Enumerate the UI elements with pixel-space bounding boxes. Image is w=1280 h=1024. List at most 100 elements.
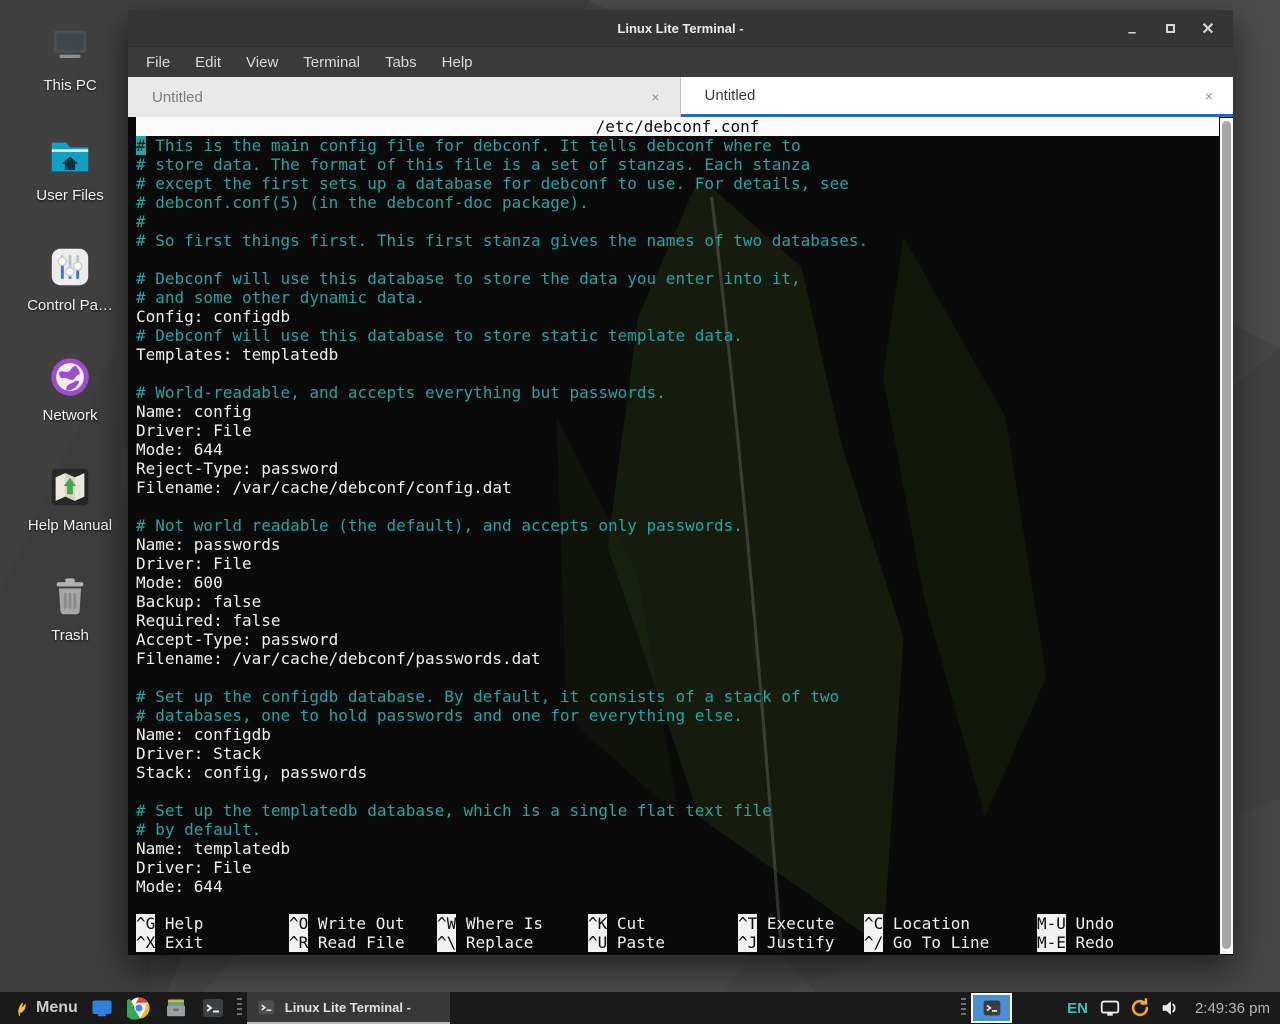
file-manager-launcher[interactable] (90, 996, 115, 1021)
nano-shortcut-read-file: ^R Read File (289, 933, 405, 952)
tab-close-icon[interactable]: × (1201, 86, 1217, 106)
language-indicator[interactable]: EN (1067, 1000, 1088, 1017)
nano-shortcut-justify: ^J Justify (738, 933, 834, 952)
terminal-line (136, 364, 1219, 383)
terminal-line: Filename: /var/cache/debconf/config.dat (136, 478, 1219, 497)
nano-editor: GNU nano 7.2 /etc/debconf.conf # This is… (136, 117, 1219, 896)
update-manager-icon[interactable] (1129, 997, 1151, 1019)
volume-icon[interactable] (1159, 997, 1181, 1019)
desktop-icon-label: Control Pa… (16, 297, 124, 314)
terminal-line: Driver: File (136, 421, 1219, 440)
shortcut-key: M-U (1037, 914, 1066, 933)
close-icon[interactable]: ✕ (1201, 19, 1215, 39)
maximize-icon[interactable] (1163, 20, 1177, 38)
shortcut-key: ^C (864, 914, 883, 933)
clock[interactable]: 2:49:36 pm (1195, 1000, 1274, 1017)
terminal-line: Name: passwords (136, 535, 1219, 554)
terminal-line: Name: configdb (136, 725, 1219, 744)
archive-manager-launcher[interactable] (164, 996, 189, 1021)
nano-filename: /etc/debconf.conf (136, 117, 1219, 136)
shortcut-key: ^W (437, 914, 456, 933)
tab-label: Untitled (705, 87, 756, 104)
desktop-icon-this-pc[interactable]: This PC (16, 24, 124, 94)
terminal-line: # except the first sets up a database fo… (136, 174, 1219, 193)
terminal-line: # store data. The format of this file is… (136, 155, 1219, 174)
menu-view[interactable]: View (246, 54, 278, 71)
menu-terminal[interactable]: Terminal (303, 54, 360, 71)
terminal-line (136, 782, 1219, 801)
terminal-line: # Not world readable (the default), and … (136, 516, 1219, 535)
terminal-line: # by default. (136, 820, 1219, 839)
terminal-line (136, 668, 1219, 687)
desktop-icon-help-manual[interactable]: Help Manual (16, 464, 124, 534)
terminal-line: Mode: 644 (136, 877, 1219, 896)
linux-lite-logo-icon (12, 997, 29, 1019)
desktop-icon-trash[interactable]: Trash (16, 574, 124, 644)
terminal-icon (982, 998, 1002, 1018)
terminal-line: Stack: config, passwords (136, 763, 1219, 782)
nano-shortcut-cut: ^K Cut (588, 914, 646, 933)
shortcut-key: ^X (136, 933, 155, 952)
user-files-icon (47, 134, 93, 180)
shortcut-key: ^G (136, 914, 155, 933)
terminal-line: Driver: File (136, 554, 1219, 573)
shortcut-key: ^T (738, 914, 757, 933)
tab-close-icon[interactable]: × (647, 87, 663, 107)
display-settings-icon[interactable] (1099, 997, 1121, 1019)
minimize-icon[interactable]: – (1125, 20, 1139, 38)
quick-launchers (84, 996, 232, 1021)
start-menu-button[interactable]: Menu (6, 992, 84, 1024)
terminal-line: Templates: templatedb (136, 345, 1219, 364)
scrollbar-thumb[interactable] (1222, 121, 1231, 949)
nano-shortcut-execute: ^T Execute (738, 914, 834, 933)
terminal-launcher[interactable] (201, 996, 226, 1021)
terminal-tab-2[interactable]: Untitled × (681, 77, 1234, 117)
archive-manager-icon (164, 996, 188, 1020)
desktop-icon-label: Network (16, 407, 124, 424)
terminal-line: Config: configdb (136, 307, 1219, 326)
window-controls: – ✕ (1125, 10, 1215, 47)
chrome-browser-launcher[interactable] (127, 996, 152, 1021)
nano-shortcut-help: ^G Help (136, 914, 203, 933)
taskbar-window-button[interactable]: Linux Lite Terminal - (247, 992, 450, 1024)
menu-bar: File Edit View Terminal Tabs Help (128, 47, 1233, 77)
shortcut-key: ^U (588, 933, 607, 952)
shortcut-row-2: ^X Exit^R Read File^\ Replace^U Paste^J … (136, 933, 1219, 952)
menu-help[interactable]: Help (442, 54, 473, 71)
terminal-line: Filename: /var/cache/debconf/passwords.d… (136, 649, 1219, 668)
tray-terminal-button[interactable] (971, 993, 1012, 1023)
menu-edit[interactable]: Edit (195, 54, 221, 71)
tray-grip-handle[interactable] (961, 998, 966, 1018)
nano-titlebar: GNU nano 7.2 /etc/debconf.conf (136, 117, 1219, 136)
desktop-icon-label: This PC (16, 77, 124, 94)
help-manual-icon (47, 464, 93, 510)
nano-shortcut-write-out: ^O Write Out (289, 914, 405, 933)
tab-label: Untitled (152, 89, 203, 106)
desktop-icon-network[interactable]: Network (16, 354, 124, 424)
terminal-line: Name: templatedb (136, 839, 1219, 858)
window-title: Linux Lite Terminal - (128, 10, 1233, 47)
terminal-line: # Debconf will use this database to stor… (136, 326, 1219, 345)
terminal-line (136, 497, 1219, 516)
nano-shortcut-go-to-line: ^/ Go To Line (864, 933, 989, 952)
shortcut-row-1: ^G Help^O Write Out^W Where Is^K Cut^T E… (136, 914, 1219, 933)
panel-grip-handle[interactable] (237, 998, 242, 1018)
desktop-icon-label: User Files (16, 187, 124, 204)
terminal-icon (257, 998, 276, 1017)
scrollbar-track[interactable] (1220, 118, 1233, 954)
nano-shortcut-paste: ^U Paste (588, 933, 665, 952)
terminal-line: # This is the main config file for debco… (136, 136, 1219, 155)
menu-tabs[interactable]: Tabs (385, 54, 417, 71)
shortcut-key: ^/ (864, 933, 883, 952)
terminal-screen[interactable]: GNU nano 7.2 /etc/debconf.conf # This is… (128, 117, 1233, 955)
desktop-icon-label: Help Manual (16, 517, 124, 534)
terminal-tab-1[interactable]: Untitled × (128, 77, 681, 117)
desktop-icon-user-files[interactable]: User Files (16, 134, 124, 204)
terminal-line: # (136, 212, 1219, 231)
menu-file[interactable]: File (146, 54, 170, 71)
window-titlebar[interactable]: Linux Lite Terminal - – ✕ (128, 10, 1233, 47)
terminal-line: Mode: 644 (136, 440, 1219, 459)
shortcut-key: ^\ (437, 933, 456, 952)
desktop-icon-control-pa[interactable]: Control Pa… (16, 244, 124, 314)
tab-bar: Untitled × Untitled × (128, 77, 1233, 117)
